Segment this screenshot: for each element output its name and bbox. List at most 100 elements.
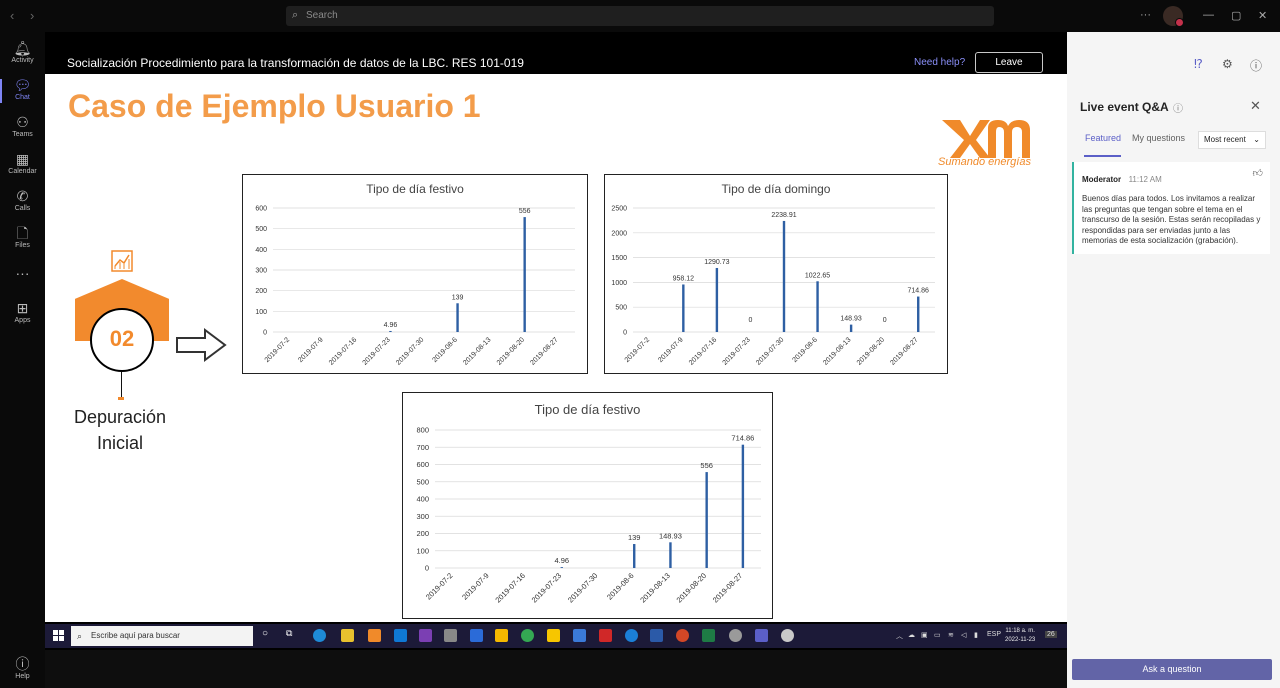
- right-arrow-icon: [176, 328, 227, 362]
- chart-growth-icon: [111, 250, 133, 272]
- back-icon[interactable]: ‹: [10, 8, 14, 23]
- taskbar-search-icon: ⌕: [77, 631, 83, 641]
- data-label: 0: [748, 317, 752, 324]
- x-tick-label: 2019-08-13: [638, 571, 671, 604]
- rail-item-help[interactable]: ⓘ Help: [0, 656, 45, 680]
- rail-item-calendar[interactable]: ▦ Calendar: [0, 151, 45, 175]
- help-circle-icon[interactable]: ⓘ: [1173, 100, 1183, 115]
- panel-title: Live event Q&A: [1080, 100, 1169, 114]
- tab-underline: [1084, 155, 1121, 157]
- x-tick-label: 2019-07-16: [493, 571, 526, 604]
- x-tick-label: 2019-07-2: [264, 336, 292, 364]
- search-input[interactable]: ⌕ Search: [286, 6, 994, 26]
- event-title: Socialización Procedimiento para la tran…: [67, 56, 524, 70]
- rail-item-chat[interactable]: 💬︎ Chat: [0, 77, 45, 103]
- acrobat-icon: [599, 629, 612, 642]
- phone-icon: ✆: [16, 188, 29, 204]
- more-options-icon[interactable]: ···: [1140, 9, 1151, 21]
- gear-icon[interactable]: ⚙: [1222, 57, 1233, 71]
- rail-item-calls[interactable]: ✆ Calls: [0, 188, 45, 212]
- bar: [715, 267, 719, 332]
- live-event-stage: Socialización Procedimiento para la tran…: [45, 32, 1067, 650]
- tab-my-questions[interactable]: My questions: [1132, 133, 1185, 143]
- bar: [705, 472, 708, 568]
- need-help-link[interactable]: Need help?: [914, 57, 965, 68]
- word-icon: [650, 629, 663, 642]
- forward-icon[interactable]: ›: [30, 8, 34, 23]
- data-label: 958.12: [673, 275, 695, 282]
- avatar[interactable]: [1163, 6, 1184, 27]
- database-icon: [444, 629, 457, 642]
- language-indicator: ESP: [987, 631, 1002, 638]
- x-tick-label: 2019-07-23: [530, 571, 563, 604]
- data-label: 148.93: [659, 531, 682, 540]
- data-label: 714.86: [908, 288, 930, 295]
- x-tick-label: 2019-07-23: [722, 336, 752, 366]
- x-tick-label: 2019-07-30: [395, 336, 425, 366]
- data-label: 0: [883, 317, 887, 324]
- cloud-app-icon: [781, 629, 794, 642]
- qa-panel: ⁉ ⚙ ⓘ Live event Q&A ⓘ ✕ Featured My que…: [1067, 32, 1280, 688]
- x-tick-label: 2019-08-6: [605, 571, 636, 602]
- y-tick-label: 1500: [611, 255, 627, 262]
- info-icon[interactable]: ⓘ: [1250, 57, 1262, 74]
- app-rail: 🔔︎ Activity 💬︎ Chat ⚇ Teams ▦ Calendar ✆…: [0, 32, 45, 688]
- bell-icon: 🔔︎: [13, 40, 32, 56]
- ask-question-button[interactable]: Ask a question: [1072, 659, 1272, 680]
- sort-select[interactable]: Most recent ⌄: [1198, 131, 1266, 149]
- x-tick-label: 2019-07-30: [755, 336, 785, 366]
- onenote-icon: [419, 629, 432, 642]
- rail-item-teams[interactable]: ⚇ Teams: [0, 114, 45, 138]
- step-label-line1: Depuración: [73, 407, 167, 427]
- rail-item-more[interactable]: ···: [0, 265, 45, 281]
- rail-item-files[interactable]: 🗋 Files: [0, 225, 45, 249]
- shared-screen-taskbar: ⌕ Escribe aquí para buscar ○ ⧉ ︿ ☁ ▣ ▭ ≋…: [45, 624, 1067, 648]
- x-tick-label: 2019-07-9: [657, 336, 685, 364]
- apps-icon: ⊞: [16, 300, 29, 316]
- chart-festivo-2-plot: Tipo de día festivo 0 100 200 300 400 500 600 70…: [416, 402, 761, 605]
- tab-featured[interactable]: Featured: [1085, 133, 1121, 143]
- minimize-icon[interactable]: —: [1203, 9, 1214, 21]
- y-tick-label: 1000: [611, 280, 627, 287]
- chart-festivo-2: Tipo de día festivo 0 100 200 300 400 500 600 70…: [402, 392, 773, 619]
- step-connector-dot: [118, 397, 124, 400]
- close-icon[interactable]: ✕: [1250, 98, 1261, 114]
- data-label: 556: [700, 461, 713, 470]
- rail-item-activity[interactable]: 🔔︎ Activity: [0, 40, 45, 64]
- y-tick-label: 600: [416, 460, 429, 469]
- x-tick-label: 2019-08-13: [822, 336, 852, 366]
- search-icon: ⌕: [292, 9, 299, 21]
- close-window-icon[interactable]: ✕: [1258, 9, 1267, 22]
- y-tick-label: 0: [623, 330, 627, 337]
- chevron-down-icon: ⌄: [1253, 135, 1260, 144]
- data-label: 4.96: [384, 322, 398, 329]
- x-tick-label: 2019-07-16: [688, 336, 718, 366]
- rail-item-apps[interactable]: ⊞ Apps: [0, 300, 45, 324]
- bar: [782, 220, 786, 332]
- x-tick-label: 2019-07-16: [328, 336, 358, 366]
- chart-domingo: Tipo de día domingo 0 500 1000 1500 2000 2500 2…: [604, 174, 948, 374]
- chart-title: Tipo de día festivo: [535, 402, 641, 417]
- maximize-icon[interactable]: ▢: [1231, 9, 1241, 22]
- chart-domingo-plot: Tipo de día domingo 0 500 1000 1500 2000 2500 2…: [611, 182, 935, 367]
- teams-app-icon: [755, 629, 768, 642]
- message-author: Moderator: [1082, 175, 1122, 184]
- shield-app-icon: [470, 629, 483, 642]
- y-tick-label: 200: [416, 529, 429, 538]
- y-tick-label: 100: [416, 546, 429, 555]
- x-tick-label: 2019-08-13: [462, 336, 492, 366]
- qa-icon[interactable]: ⁉: [1194, 57, 1203, 71]
- y-tick-label: 300: [255, 268, 267, 275]
- taskbar-time: 11:18 a. m.: [1005, 628, 1035, 634]
- qa-message-card: Moderator 11:12 AM 👍︎ Buenos días para t…: [1072, 162, 1270, 254]
- outlook-icon: [394, 629, 407, 642]
- bar: [633, 544, 636, 568]
- bar: [456, 303, 459, 332]
- bar: [669, 542, 672, 568]
- like-icon[interactable]: 👍︎: [1253, 167, 1263, 179]
- step-number: 02: [90, 308, 154, 372]
- y-tick-label: 0: [425, 564, 429, 573]
- y-tick-label: 500: [615, 305, 627, 312]
- x-tick-label: 2019-08-27: [711, 571, 744, 604]
- leave-button[interactable]: Leave: [975, 52, 1043, 73]
